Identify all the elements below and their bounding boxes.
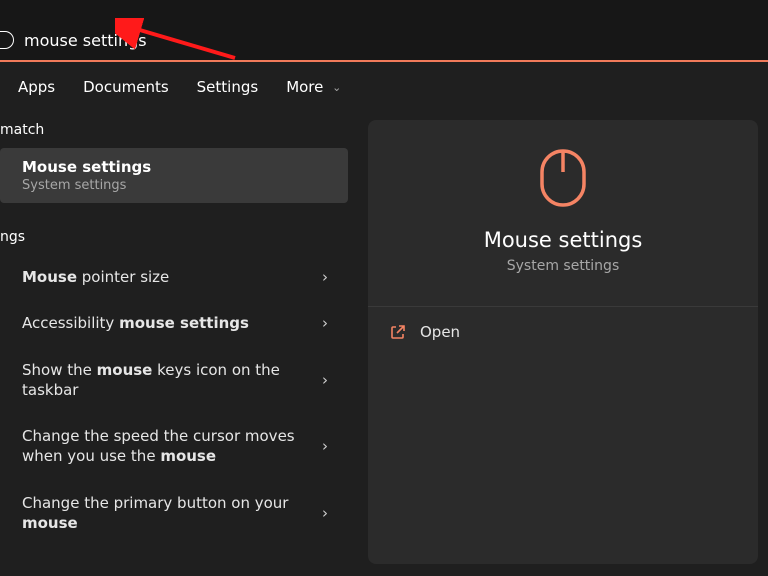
result-label: Show the mouse keys icon on the taskbar	[22, 360, 322, 401]
preview-open-label: Open	[420, 323, 460, 341]
tab-more[interactable]: More ⌄	[286, 78, 341, 96]
tab-documents[interactable]: Documents	[83, 78, 169, 96]
results-column: match Mouse settings System settings ngs…	[0, 110, 358, 574]
result-label: Change the speed the cursor moves when y…	[22, 426, 322, 467]
preview-panel: Mouse settings System settings Open	[368, 120, 758, 564]
preview-title: Mouse settings	[484, 228, 643, 252]
tabs-row: Apps Documents Settings More ⌄	[0, 62, 768, 110]
tab-settings[interactable]: Settings	[197, 78, 259, 96]
preview-open-action[interactable]: Open	[368, 307, 758, 357]
preview-column: Mouse settings System settings Open	[358, 110, 768, 574]
result-item[interactable]: Change the primary button on your mouse›	[0, 481, 348, 546]
best-match-subtitle: System settings	[22, 178, 334, 193]
result-item[interactable]: Show the mouse keys icon on the taskbar›	[0, 348, 348, 413]
section-best-match-header: match	[0, 110, 358, 148]
preview-subtitle: System settings	[507, 258, 620, 274]
result-item[interactable]: Mouse pointer size›	[0, 255, 348, 299]
chevron-right-icon: ›	[322, 504, 328, 522]
chevron-right-icon: ›	[322, 314, 328, 332]
tab-apps[interactable]: Apps	[18, 78, 55, 96]
preview-top: Mouse settings System settings	[368, 120, 758, 292]
chevron-down-icon: ⌄	[332, 81, 341, 94]
best-match-item[interactable]: Mouse settings System settings	[0, 148, 348, 203]
chevron-right-icon: ›	[322, 437, 328, 455]
search-row	[0, 20, 768, 60]
result-label: Accessibility mouse settings	[22, 313, 322, 333]
tab-more-label: More	[286, 78, 323, 96]
body-split: match Mouse settings System settings ngs…	[0, 110, 768, 574]
result-label: Mouse pointer size	[22, 267, 322, 287]
result-item[interactable]: Accessibility mouse settings›	[0, 301, 348, 345]
section-settings-header: ngs	[0, 217, 358, 255]
chevron-right-icon: ›	[322, 268, 328, 286]
search-icon	[0, 31, 14, 49]
search-input[interactable]	[22, 30, 322, 51]
result-item[interactable]: Change the speed the cursor moves when y…	[0, 414, 348, 479]
open-external-icon	[390, 324, 406, 340]
best-match-title: Mouse settings	[22, 158, 334, 176]
result-label: Change the primary button on your mouse	[22, 493, 322, 534]
chevron-right-icon: ›	[322, 371, 328, 389]
window-top-strip	[0, 0, 768, 20]
mouse-icon	[539, 148, 587, 208]
